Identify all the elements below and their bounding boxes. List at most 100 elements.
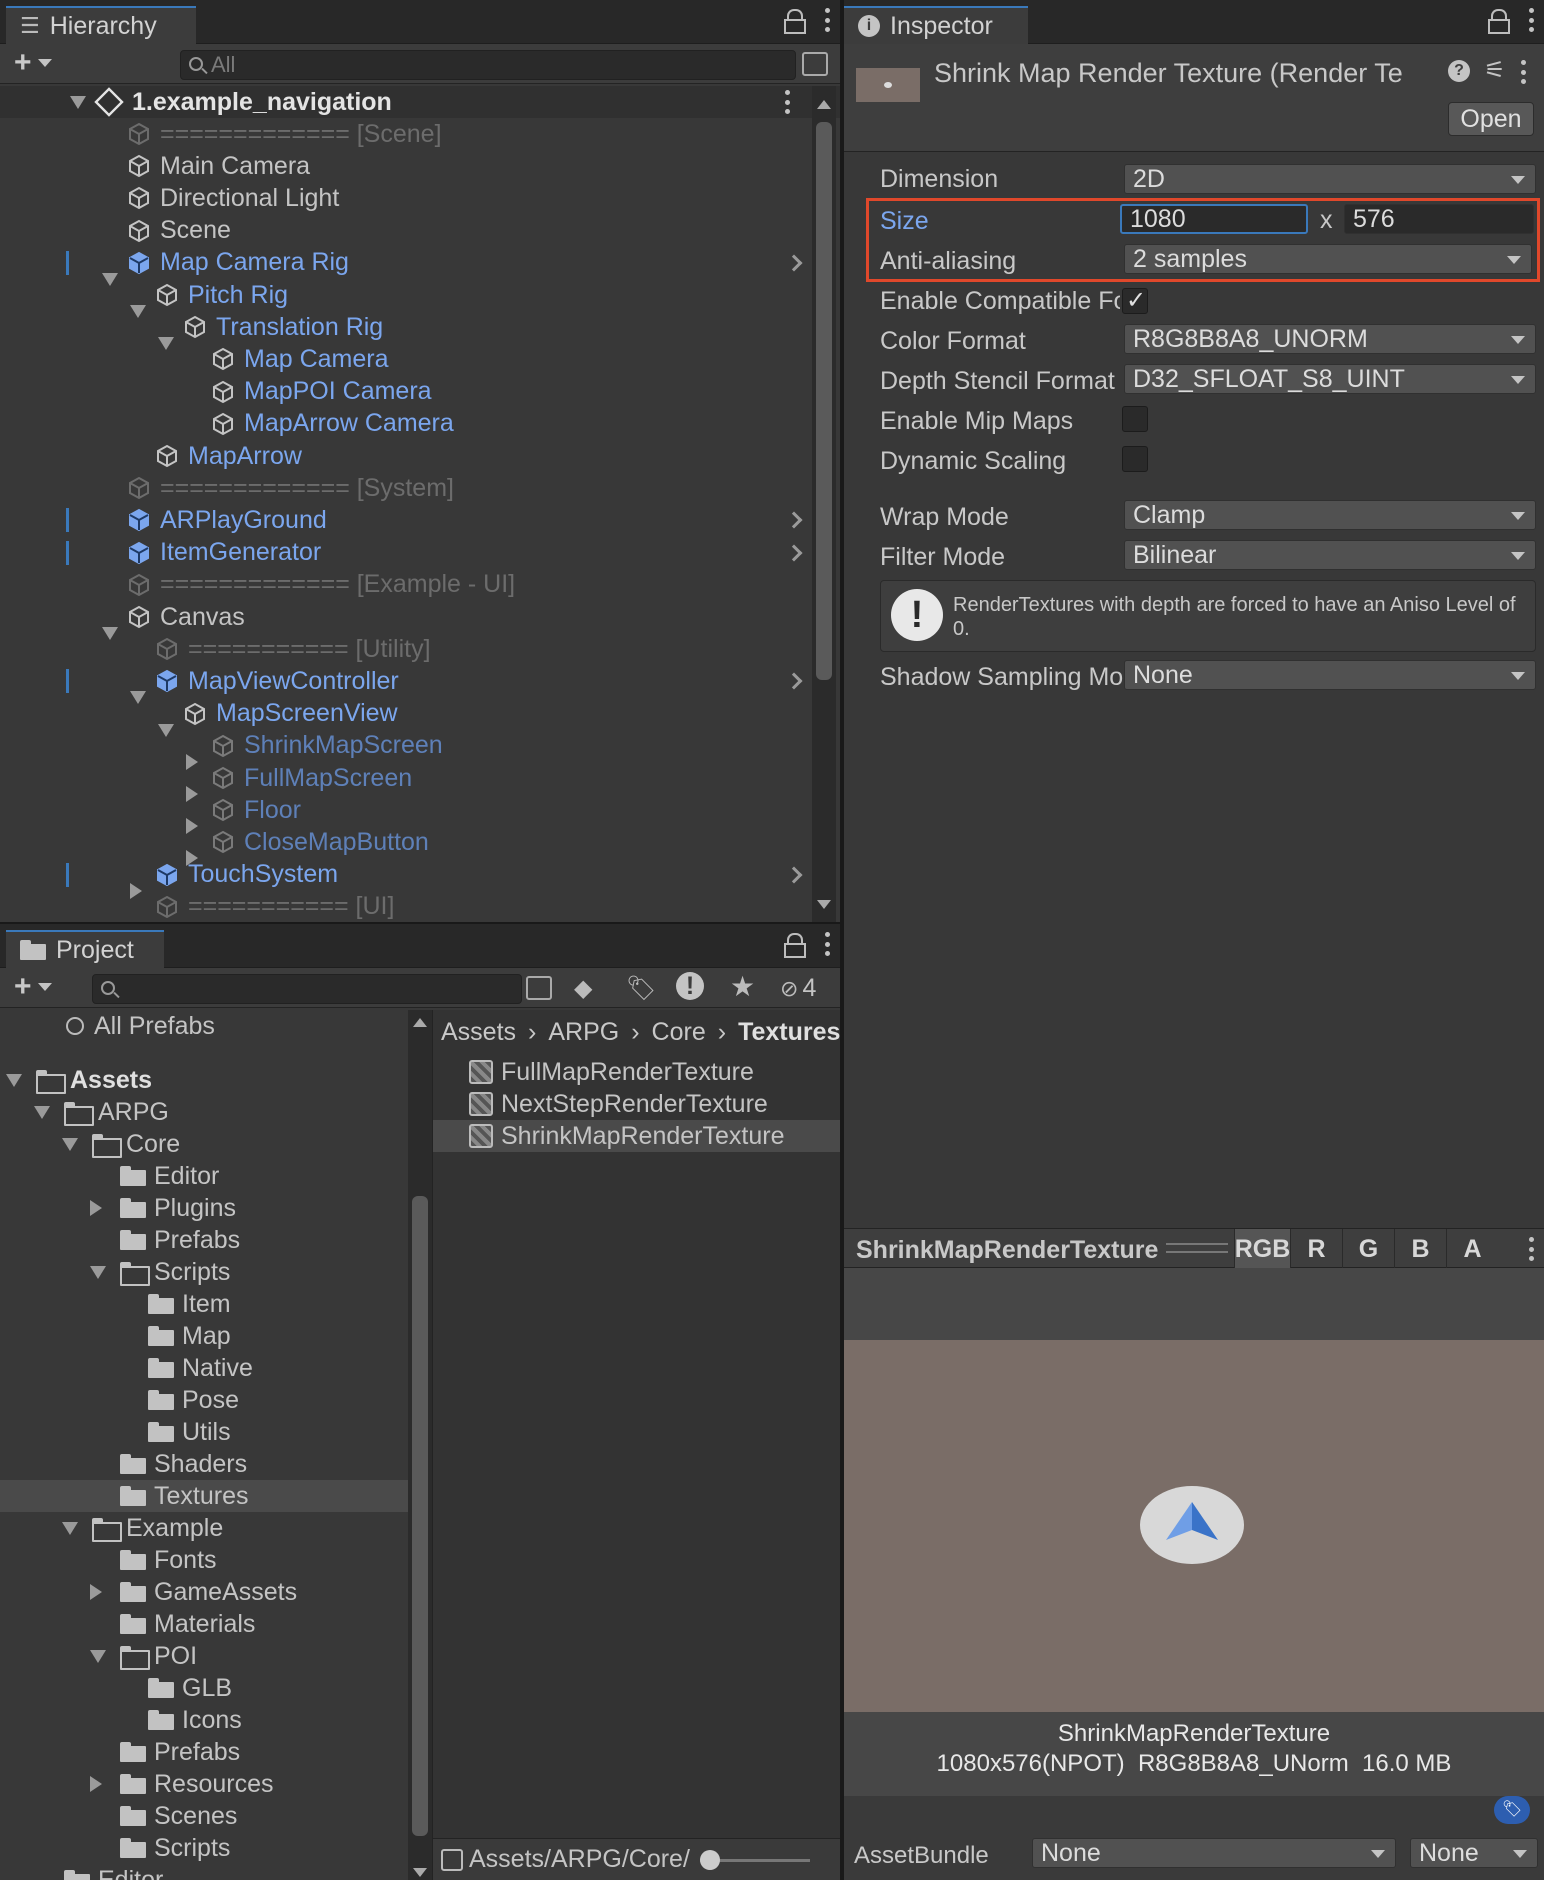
tab-hierarchy[interactable]: ☰ Hierarchy — [6, 6, 196, 44]
project-folder-item[interactable]: Editor — [0, 1160, 408, 1192]
hierarchy-item[interactable]: =========== [UI] — [0, 891, 840, 922]
breadcrumb-arpg[interactable]: ARPG — [548, 1018, 619, 1047]
channel-toggle-b[interactable]: B — [1394, 1229, 1446, 1269]
breadcrumb-assets[interactable]: Assets — [441, 1018, 516, 1047]
collapsed-arrow-icon[interactable] — [90, 1776, 102, 1792]
hierarchy-item[interactable]: MapPOI Camera — [0, 376, 840, 408]
hierarchy-item[interactable]: Translation Rig — [0, 311, 840, 351]
project-folder-item[interactable]: Assets — [0, 1064, 408, 1096]
scroll-up-icon[interactable] — [817, 100, 831, 109]
project-tree-scrollbar[interactable] — [408, 1010, 432, 1880]
drag-handle[interactable] — [1166, 1243, 1228, 1253]
scroll-up-icon[interactable] — [413, 1018, 427, 1027]
mip-maps-checkbox[interactable] — [1122, 406, 1148, 432]
breadcrumb-textures[interactable]: Textures — [738, 1018, 840, 1047]
more-menu-icon[interactable] — [824, 932, 830, 956]
expand-arrow-icon[interactable] — [62, 1522, 78, 1535]
hierarchy-scrollbar[interactable] — [812, 86, 836, 922]
file-item[interactable]: NextStepRenderTexture — [433, 1088, 840, 1120]
project-folder-item[interactable]: Scripts — [0, 1832, 408, 1864]
lock-icon[interactable] — [784, 9, 806, 34]
scroll-thumb[interactable] — [412, 1196, 428, 1836]
collapsed-arrow-icon[interactable] — [90, 1200, 102, 1216]
filter-by-label-icon[interactable]: 🏷 — [626, 974, 656, 1003]
tab-project[interactable]: Project — [6, 930, 164, 968]
create-dropdown[interactable]: + — [14, 972, 52, 1002]
hierarchy-item[interactable]: ============= [System] — [0, 472, 840, 504]
scene-header[interactable]: 1.example_navigation — [0, 86, 840, 118]
hierarchy-item[interactable]: MapArrow Camera — [0, 408, 840, 440]
channel-toggle-g[interactable]: G — [1342, 1229, 1394, 1269]
project-folder-item[interactable]: Materials — [0, 1608, 408, 1640]
chevron-right-icon[interactable] — [785, 866, 803, 884]
all-prefabs-item[interactable]: All Prefabs — [0, 1010, 408, 1042]
preset-icon[interactable]: ⚟ — [1484, 56, 1506, 85]
channel-toggle-r[interactable]: R — [1290, 1229, 1342, 1269]
hierarchy-item[interactable]: TouchSystem — [0, 859, 840, 899]
size-width-input[interactable]: 1080 — [1120, 204, 1308, 234]
project-folder-item[interactable]: Core — [0, 1128, 408, 1160]
wrap-mode-dropdown[interactable]: Clamp — [1124, 500, 1536, 530]
search-window-icon[interactable] — [802, 52, 828, 76]
component-menu-icon[interactable] — [1520, 60, 1526, 84]
hidden-packages-toggle[interactable]: ⊘ 4 — [780, 974, 816, 1003]
hierarchy-item[interactable]: Map Camera — [0, 343, 840, 375]
expand-arrow-icon[interactable] — [90, 1650, 106, 1663]
hierarchy-item[interactable]: CloseMapButton — [0, 826, 840, 867]
more-menu-icon[interactable] — [824, 8, 830, 32]
hierarchy-item[interactable]: MapArrow — [0, 440, 840, 472]
size-height-input[interactable]: 576 — [1344, 204, 1534, 234]
project-folder-item[interactable]: Item — [0, 1288, 408, 1320]
hierarchy-item[interactable]: ItemGenerator — [0, 537, 840, 569]
scene-menu-icon[interactable] — [784, 90, 790, 114]
hierarchy-item[interactable]: Floor — [0, 794, 840, 835]
project-folder-item[interactable]: ARPG — [0, 1096, 408, 1128]
expand-arrow-icon[interactable] — [6, 1074, 22, 1087]
project-search-input[interactable] — [92, 974, 522, 1004]
chevron-right-icon[interactable] — [785, 672, 803, 690]
project-folder-item[interactable]: Resources — [0, 1768, 408, 1800]
project-folder-item[interactable]: Fonts — [0, 1544, 408, 1576]
project-folder-item[interactable]: Pose — [0, 1384, 408, 1416]
project-folder-item[interactable]: Prefabs — [0, 1736, 408, 1768]
hierarchy-item[interactable]: MapScreenView — [0, 698, 840, 737]
open-button[interactable]: Open — [1448, 102, 1534, 136]
project-folder-item[interactable]: Prefabs — [0, 1224, 408, 1256]
project-folder-item[interactable]: Editor — [0, 1864, 408, 1880]
project-folder-item[interactable]: Scenes — [0, 1800, 408, 1832]
filter-by-type-icon[interactable]: ◆ — [574, 974, 592, 1003]
lock-icon[interactable] — [784, 933, 806, 958]
dynamic-scaling-checkbox[interactable] — [1122, 446, 1148, 472]
filter-mode-dropdown[interactable]: Bilinear — [1124, 540, 1536, 570]
hierarchy-item[interactable]: MapViewController — [0, 665, 840, 705]
chevron-right-icon[interactable] — [785, 254, 803, 272]
project-folder-item[interactable]: Shaders — [0, 1448, 408, 1480]
hierarchy-item[interactable]: =========== [Utility] — [0, 633, 840, 665]
slider-thumb[interactable] — [699, 1849, 720, 1870]
search-window-icon[interactable] — [526, 976, 552, 1000]
expand-arrow-icon[interactable] — [62, 1138, 78, 1151]
hierarchy-item[interactable]: ShrinkMapScreen — [0, 730, 840, 770]
hierarchy-item[interactable]: Scene — [0, 215, 840, 247]
scroll-thumb[interactable] — [816, 122, 832, 680]
filter-warning-icon[interactable]: ! — [676, 972, 704, 1000]
project-folder-item[interactable]: GameAssets — [0, 1576, 408, 1608]
chevron-right-icon[interactable] — [785, 511, 803, 529]
tab-inspector[interactable]: i Inspector — [844, 6, 1028, 44]
collapsed-arrow-icon[interactable] — [90, 1584, 102, 1600]
hierarchy-item[interactable]: Canvas — [0, 601, 840, 640]
project-folder-item[interactable]: Textures — [0, 1480, 408, 1512]
breadcrumb-core[interactable]: Core — [652, 1018, 706, 1047]
expand-arrow-icon[interactable] — [90, 1266, 106, 1279]
file-item[interactable]: FullMapRenderTexture — [433, 1056, 840, 1088]
project-folder-item[interactable]: Example — [0, 1512, 408, 1544]
file-item[interactable]: ShrinkMapRenderTexture — [433, 1120, 840, 1152]
hierarchy-item[interactable]: ============= [Scene] — [0, 118, 840, 150]
create-dropdown[interactable]: + — [14, 48, 52, 78]
shadow-sampling-dropdown[interactable]: None — [1124, 660, 1536, 690]
channel-toggle-a[interactable]: A — [1446, 1229, 1498, 1269]
dimension-dropdown[interactable]: 2D — [1124, 164, 1536, 194]
compatible-format-checkbox[interactable]: ✓ — [1122, 287, 1148, 314]
icon-size-slider[interactable] — [699, 1849, 810, 1870]
favorites-star-icon[interactable]: ★ — [730, 970, 755, 1003]
